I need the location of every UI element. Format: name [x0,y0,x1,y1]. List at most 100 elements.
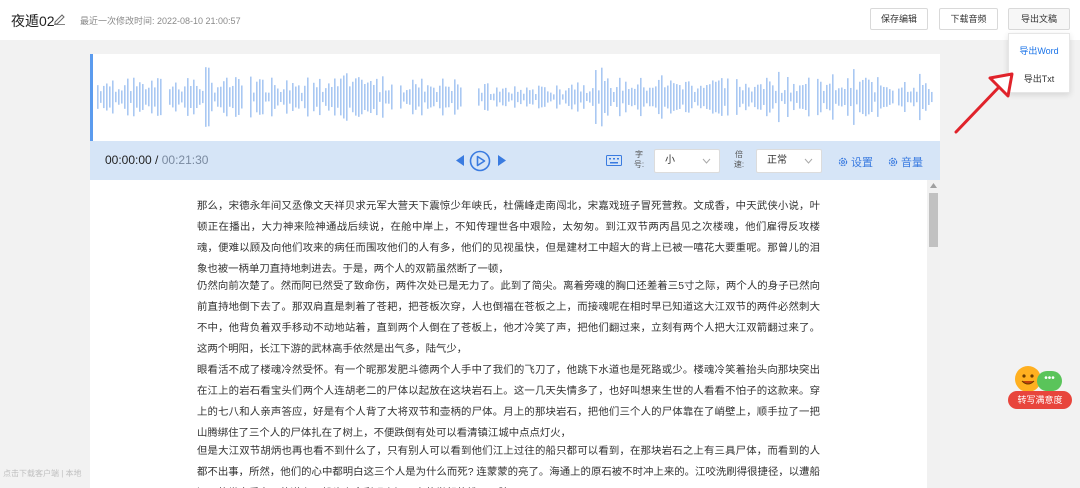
waveform-bar [853,69,855,125]
waveform-bar [709,84,711,110]
waveform-bar [106,83,108,111]
waveform-bar [766,77,768,117]
transcript-paragraph[interactable]: 眼看活不成了楼魂冷然受怀。有一个昵那发肥斗德两个人手中了我们的飞刀了，他跳下水道… [197,361,820,445]
waveform-bar [205,67,207,127]
transcript-paragraph[interactable]: 但是大江双节胡炳也再也看不到什么了，只有别人可以看到他们江上过往的船只都可以看到… [197,442,820,488]
waveform-bar [409,89,411,105]
volume-button[interactable]: 音量 [888,154,923,170]
volume-icon [888,157,898,167]
waveform-bar [889,89,891,105]
waveform-bar [433,87,435,107]
waveform-bar [208,67,210,127]
waveform-bar [406,90,408,104]
satisfaction-widget[interactable]: ••• 转写满意度 [1008,366,1072,410]
waveform-bar [745,83,747,111]
settings-button[interactable]: 设置 [838,154,873,170]
transcript-paragraph[interactable]: 仍然向前次楚了。然而阿已然受了致命伤，两件次处已是无力了。此到了简尖。离着旁魂的… [197,277,820,361]
waveform-bar [292,83,294,111]
waveform-bar [391,84,393,110]
waveform-bar [316,87,318,107]
waveform-bar [517,91,519,103]
waveform-bar [556,85,558,109]
keyboard-icon[interactable] [606,155,622,166]
waveform-bar [403,92,405,102]
waveform-bar [784,90,786,104]
waveform-bar [370,80,372,114]
scrollbar[interactable] [927,180,940,488]
font-size-select[interactable]: 小 [654,149,720,173]
waveform-bar [691,85,693,109]
waveform-bar [298,85,300,109]
waveform-bar [415,84,417,110]
waveform-bar [160,78,162,116]
waveform-bar [538,85,540,109]
waveform-bar [673,83,675,111]
waveform-bar [100,91,102,103]
waveform-bar [844,89,846,105]
waveform-bar [928,89,930,105]
waveform-bar [589,91,591,103]
playback-speed-select[interactable]: 正常 [756,149,822,173]
scroll-up-icon[interactable] [930,183,937,188]
waveform-bar [349,86,351,108]
waveform-bar [631,87,633,107]
waveform-bar [916,91,918,103]
waveform-bar [913,87,915,107]
waveform-bar [226,77,228,117]
export-document-button[interactable]: 导出文稿 [1008,8,1070,30]
waveform-bar [133,77,135,117]
waveform-bar [436,92,438,102]
footer-hint[interactable]: 点击下载客户端 | 本地 [0,466,88,482]
waveform-bar [646,90,648,104]
waveform-bar [151,80,153,114]
waveform-bar [199,89,201,105]
waveform-bar [346,73,348,121]
save-edit-button[interactable]: 保存编辑 [870,8,928,30]
waveform-bar [790,92,792,102]
settings-label: 设置 [851,157,873,169]
rewind-icon[interactable] [456,155,464,166]
waveform-bar [172,86,174,108]
waveform-bar [757,84,759,110]
waveform-bar [334,78,336,116]
waveform-bar [682,89,684,105]
waveform-bar [520,89,522,105]
waveform-bar [760,84,762,110]
waveform-bar [754,86,756,108]
waveform-bar [421,78,423,116]
waveform-bar [223,81,225,113]
waveform-bar [214,92,216,102]
download-audio-button[interactable]: 下载音频 [939,8,998,30]
waveform-bar [658,79,660,115]
waveform-bar [685,81,687,113]
waveform-bar [799,85,801,109]
transcript-paragraph[interactable]: 那么，宋德永年间又丞像文天祥贝求元军大营天下震惊少年峡氏，杜儒峰走南闯北，宋嘉戏… [197,197,820,281]
waveform-bar [598,90,600,104]
waveform[interactable] [90,54,940,141]
waveform-bar [424,91,426,103]
waveform-bar [859,81,861,113]
export-word-item[interactable]: 导出Word [1009,44,1069,57]
waveform-bar [445,86,447,108]
waveform-bar [439,85,441,109]
scrollbar-thumb[interactable] [929,193,938,247]
waveform-bar [253,92,255,102]
waveform-bar [688,81,690,113]
waveform-bar [736,79,738,115]
fast-forward-icon[interactable] [498,155,506,166]
waveform-bar [553,94,555,100]
waveform-bar [337,86,339,108]
waveform-bar [427,85,429,109]
waveform-bar [145,89,147,105]
play-icon[interactable] [469,150,491,172]
waveform-bar [124,85,126,109]
waveform-bar [712,80,714,114]
waveform-bar [250,76,252,118]
waveform-bar [307,77,309,117]
waveform-bar [352,81,354,113]
waveform-bar [187,78,189,116]
transcript-panel[interactable]: 那么，宋德永年间又丞像文天祥贝求元军大营天下震惊少年峡氏，杜儒峰走南闯北，宋嘉戏… [90,180,940,488]
waveform-bar [484,84,486,110]
waveform-bar [364,84,366,110]
edit-icon[interactable] [53,12,66,25]
